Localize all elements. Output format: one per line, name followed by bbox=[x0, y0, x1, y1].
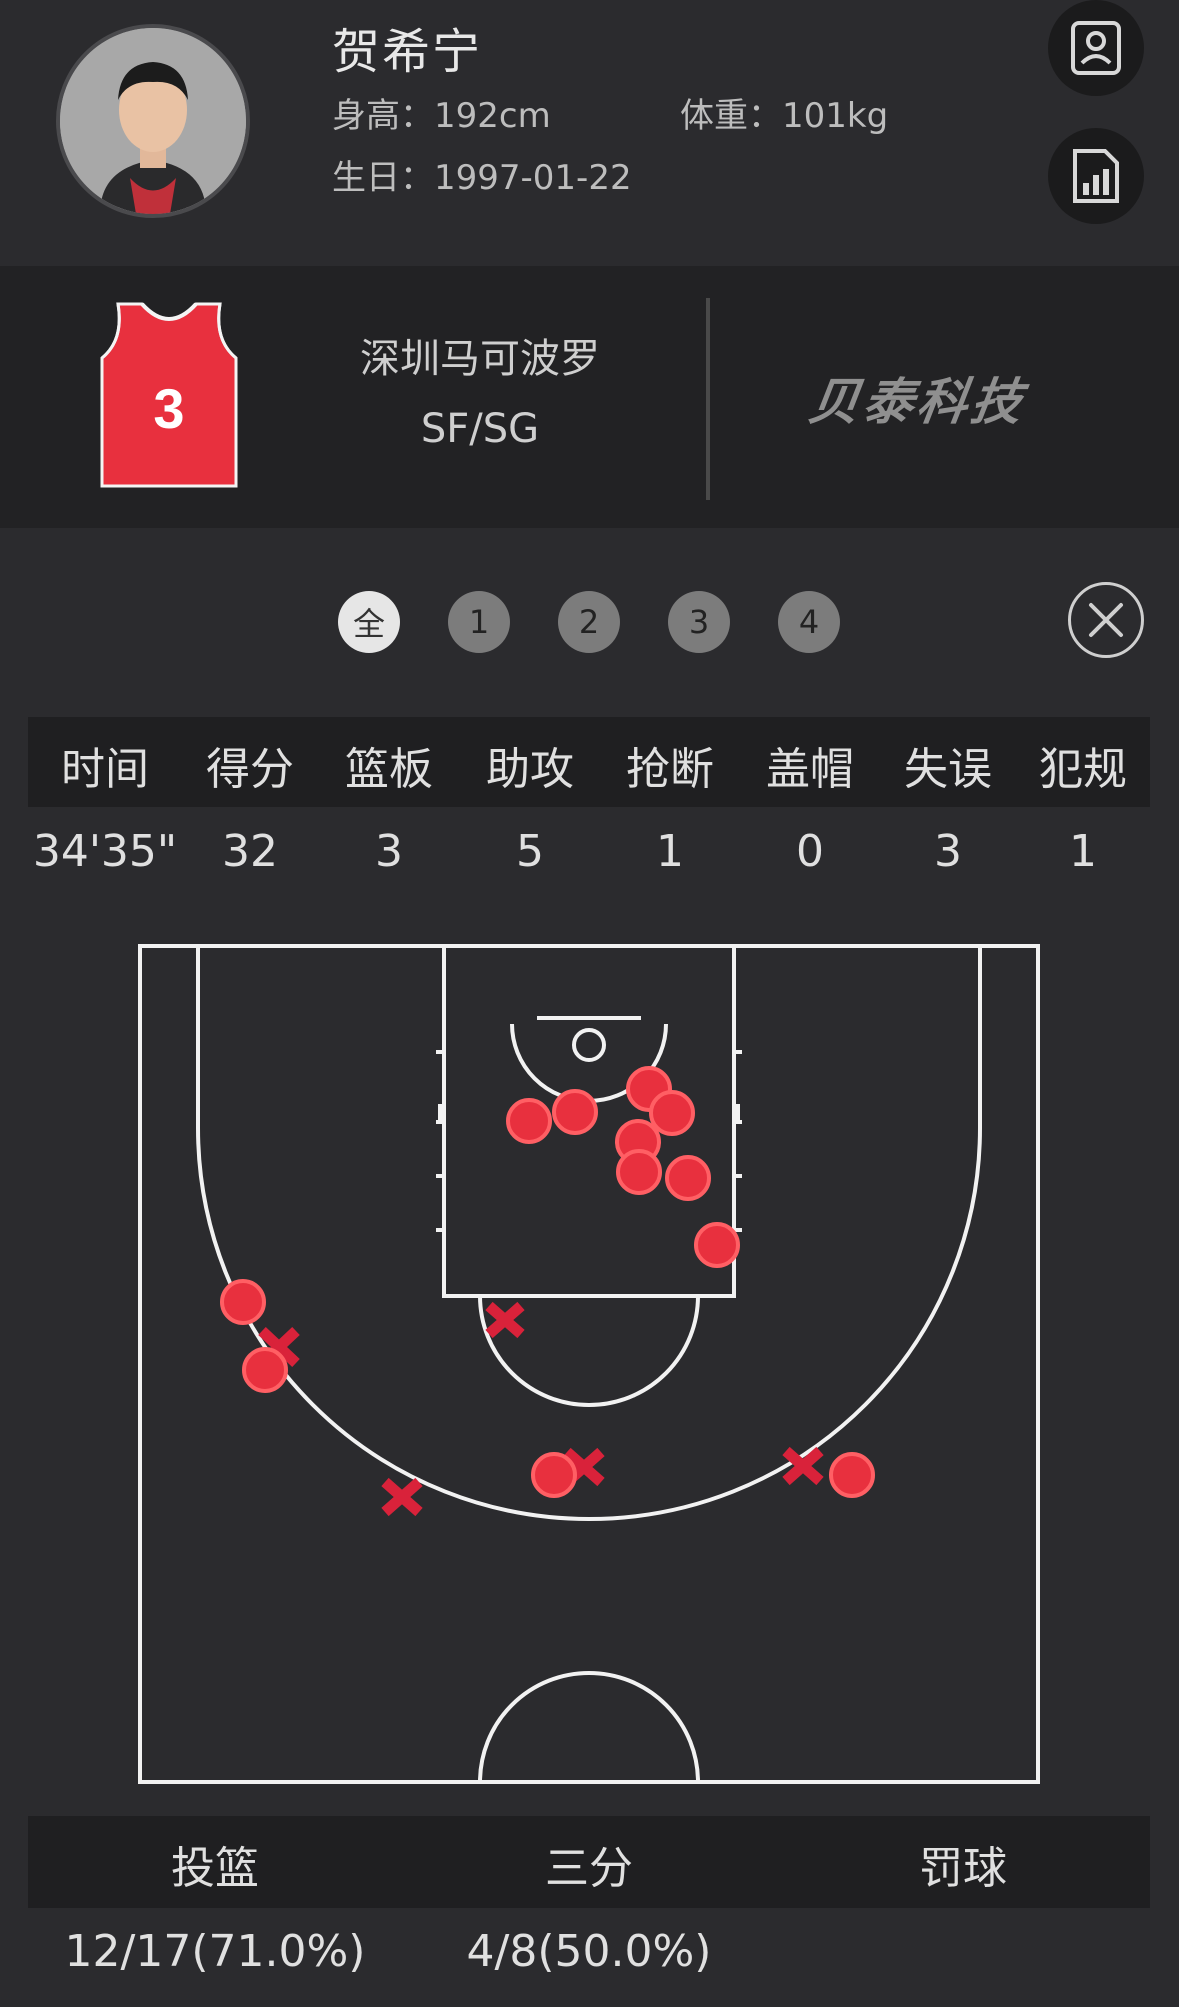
stat-value-time: 34'35" bbox=[32, 826, 178, 877]
close-icon bbox=[1089, 603, 1123, 637]
brand-logo: 贝泰科技 bbox=[805, 373, 1030, 431]
player-weight: 体重：101kg bbox=[680, 96, 889, 136]
made-shot-marker bbox=[506, 1098, 552, 1144]
stats-report-button[interactable] bbox=[1048, 128, 1144, 224]
stat-header-assists: 助攻 bbox=[486, 744, 574, 795]
stat-header-steals: 抢断 bbox=[626, 744, 714, 795]
made-shot-marker bbox=[829, 1452, 875, 1498]
period-tab-3[interactable]: 3 bbox=[668, 591, 730, 653]
period-tab-2[interactable]: 2 bbox=[558, 591, 620, 653]
stat-header-rebounds: 篮板 bbox=[345, 744, 433, 795]
close-button[interactable] bbox=[1068, 582, 1144, 658]
made-shot-marker bbox=[552, 1089, 598, 1135]
made-shot-marker bbox=[694, 1222, 740, 1268]
stat-header-blocks: 盖帽 bbox=[766, 744, 854, 795]
stat-value-turnovers: 3 bbox=[934, 826, 962, 877]
stat-value-rebounds: 3 bbox=[375, 826, 403, 877]
missed-shot-marker bbox=[485, 1301, 525, 1339]
stat-header-turnovers: 失误 bbox=[904, 744, 992, 795]
made-shot-marker bbox=[531, 1452, 577, 1498]
summary-value-three-pointers: 4/8(50.0%) bbox=[466, 1926, 712, 1977]
half-court-circle bbox=[478, 1671, 700, 1783]
period-tab-1[interactable]: 1 bbox=[448, 591, 510, 653]
summary-header-free-throws: 罚球 bbox=[919, 1843, 1007, 1894]
stat-value-steals: 1 bbox=[656, 826, 684, 877]
stat-header-points: 得分 bbox=[206, 744, 294, 795]
period-tab-all[interactable]: 全 bbox=[338, 591, 400, 653]
team-name: 深圳马可波罗 bbox=[360, 336, 600, 382]
stat-header-fouls: 犯规 bbox=[1039, 744, 1127, 795]
player-avatar bbox=[56, 24, 250, 218]
stat-header-time: 时间 bbox=[61, 744, 149, 795]
jersey-graphic: 3 bbox=[96, 300, 242, 494]
stat-value-blocks: 0 bbox=[796, 826, 824, 877]
stat-value-assists: 5 bbox=[516, 826, 544, 877]
player-height: 身高：192cm bbox=[332, 96, 551, 136]
made-shot-marker bbox=[220, 1279, 266, 1325]
jersey-number: 3 bbox=[153, 377, 184, 440]
shot-chart-court bbox=[138, 944, 1040, 1784]
player-name: 贺希宁 bbox=[332, 24, 483, 80]
bar-chart-document-icon bbox=[1073, 149, 1119, 203]
stat-value-fouls: 1 bbox=[1069, 826, 1097, 877]
missed-shot-marker bbox=[381, 1477, 423, 1517]
made-shots bbox=[220, 1066, 875, 1498]
stat-value-points: 32 bbox=[222, 826, 278, 877]
profile-card-button[interactable] bbox=[1048, 0, 1144, 96]
rim bbox=[572, 1028, 606, 1062]
made-shot-marker bbox=[665, 1155, 711, 1201]
player-birthday: 生日：1997-01-22 bbox=[332, 158, 632, 198]
profile-card-icon bbox=[1071, 21, 1121, 75]
period-tab-4[interactable]: 4 bbox=[778, 591, 840, 653]
made-shot-marker bbox=[616, 1149, 662, 1195]
made-shot-marker bbox=[242, 1347, 288, 1393]
divider bbox=[706, 298, 710, 500]
player-position: SF/SG bbox=[420, 406, 540, 452]
summary-value-field-goals: 12/17(71.0%) bbox=[64, 1926, 366, 1977]
summary-header-three-pointers: 三分 bbox=[545, 1843, 633, 1894]
made-shot-marker bbox=[649, 1090, 695, 1136]
summary-header-field-goals: 投篮 bbox=[171, 1843, 259, 1894]
